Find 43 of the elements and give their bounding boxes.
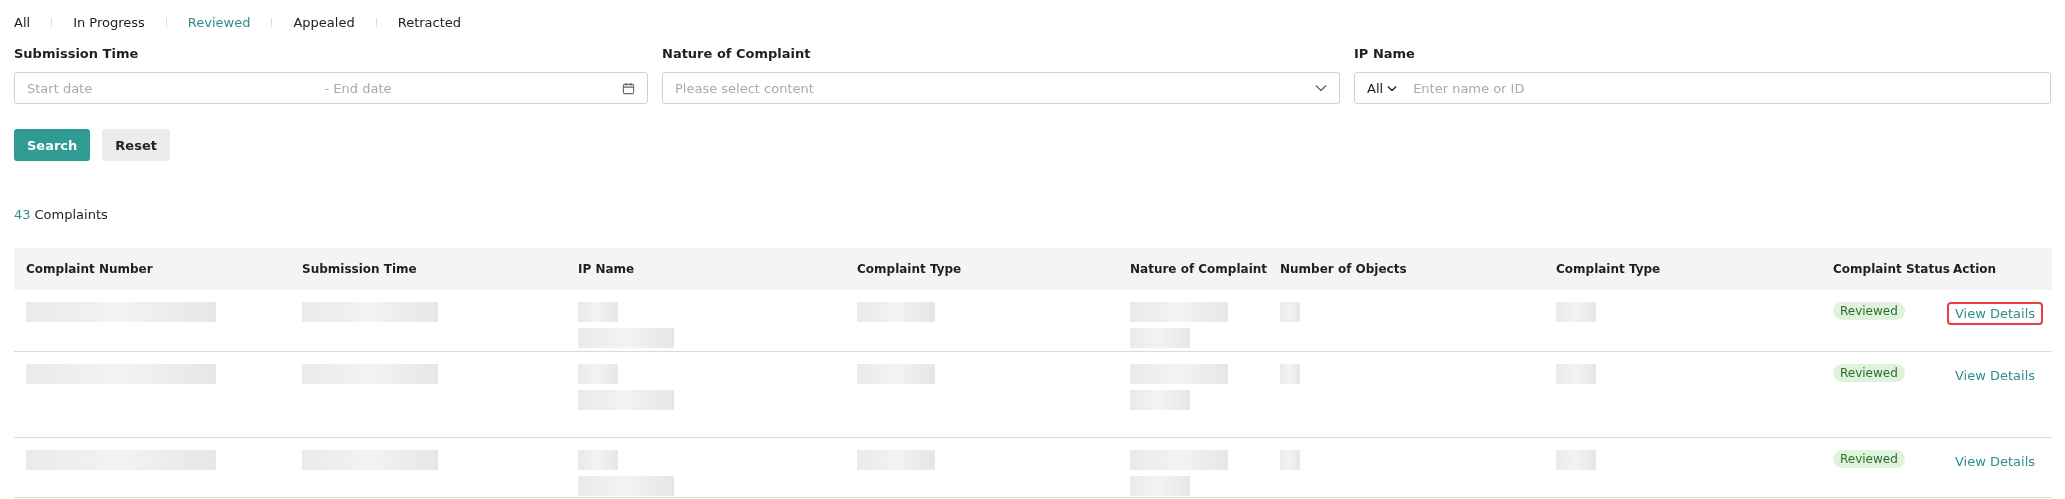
redacted-block [1130, 476, 1190, 496]
field-label: IP Name [1354, 46, 1416, 62]
filter-tab[interactable]: All [14, 14, 31, 30]
filter-tab[interactable]: Appealed [293, 14, 355, 30]
redacted-block [578, 302, 618, 322]
field-label: Nature of Complaint [662, 46, 812, 62]
redacted-block [1556, 364, 1596, 384]
reset-button[interactable]: Reset [102, 129, 170, 161]
column-header: Action [1953, 262, 1997, 276]
status-badge: Reviewed [1833, 302, 1905, 320]
status-badge: Reviewed [1833, 450, 1905, 468]
redacted-block [578, 450, 618, 470]
chevron-down-icon [1387, 84, 1398, 92]
field-label: Submission Time [14, 46, 140, 62]
redacted-block [1280, 364, 1300, 384]
redacted-block [1130, 328, 1190, 348]
redacted-block [1130, 390, 1190, 410]
column-header: Complaint Status [1833, 262, 1950, 276]
redacted-block [1280, 302, 1300, 322]
redacted-block [578, 364, 618, 384]
column-header: Number of Objects [1280, 262, 1407, 276]
search-field[interactable]: All Enter name or ID [1354, 72, 2051, 104]
column-header: Nature of Complaint [1130, 262, 1268, 276]
chevron-down-icon [1315, 84, 1327, 92]
redacted-block [1556, 450, 1596, 470]
status-badge: Reviewed [1833, 364, 1905, 382]
filter-tab[interactable]: In Progress [73, 14, 145, 30]
redacted-block [1556, 302, 1596, 322]
result-label: Complaints [34, 207, 108, 222]
scope-select[interactable]: All [1367, 80, 1384, 96]
column-header: Submission Time [302, 262, 417, 276]
redacted-block [1280, 450, 1300, 470]
column-header: Complaint Type [857, 262, 962, 276]
column-header: Complaint Type [1556, 262, 1661, 276]
filter-tab[interactable]: Retracted [397, 14, 462, 30]
column-header: IP Name [578, 262, 635, 276]
filter-tab[interactable]: Reviewed [187, 14, 251, 30]
calendar-icon [622, 81, 635, 95]
view-details-link[interactable]: View Details [1947, 302, 2044, 325]
column-header: Complaint Number [26, 262, 153, 276]
result-count: 43 [14, 207, 31, 222]
view-details-link[interactable]: View Details [1947, 450, 2044, 473]
view-details-link[interactable]: View Details [1947, 364, 2044, 387]
